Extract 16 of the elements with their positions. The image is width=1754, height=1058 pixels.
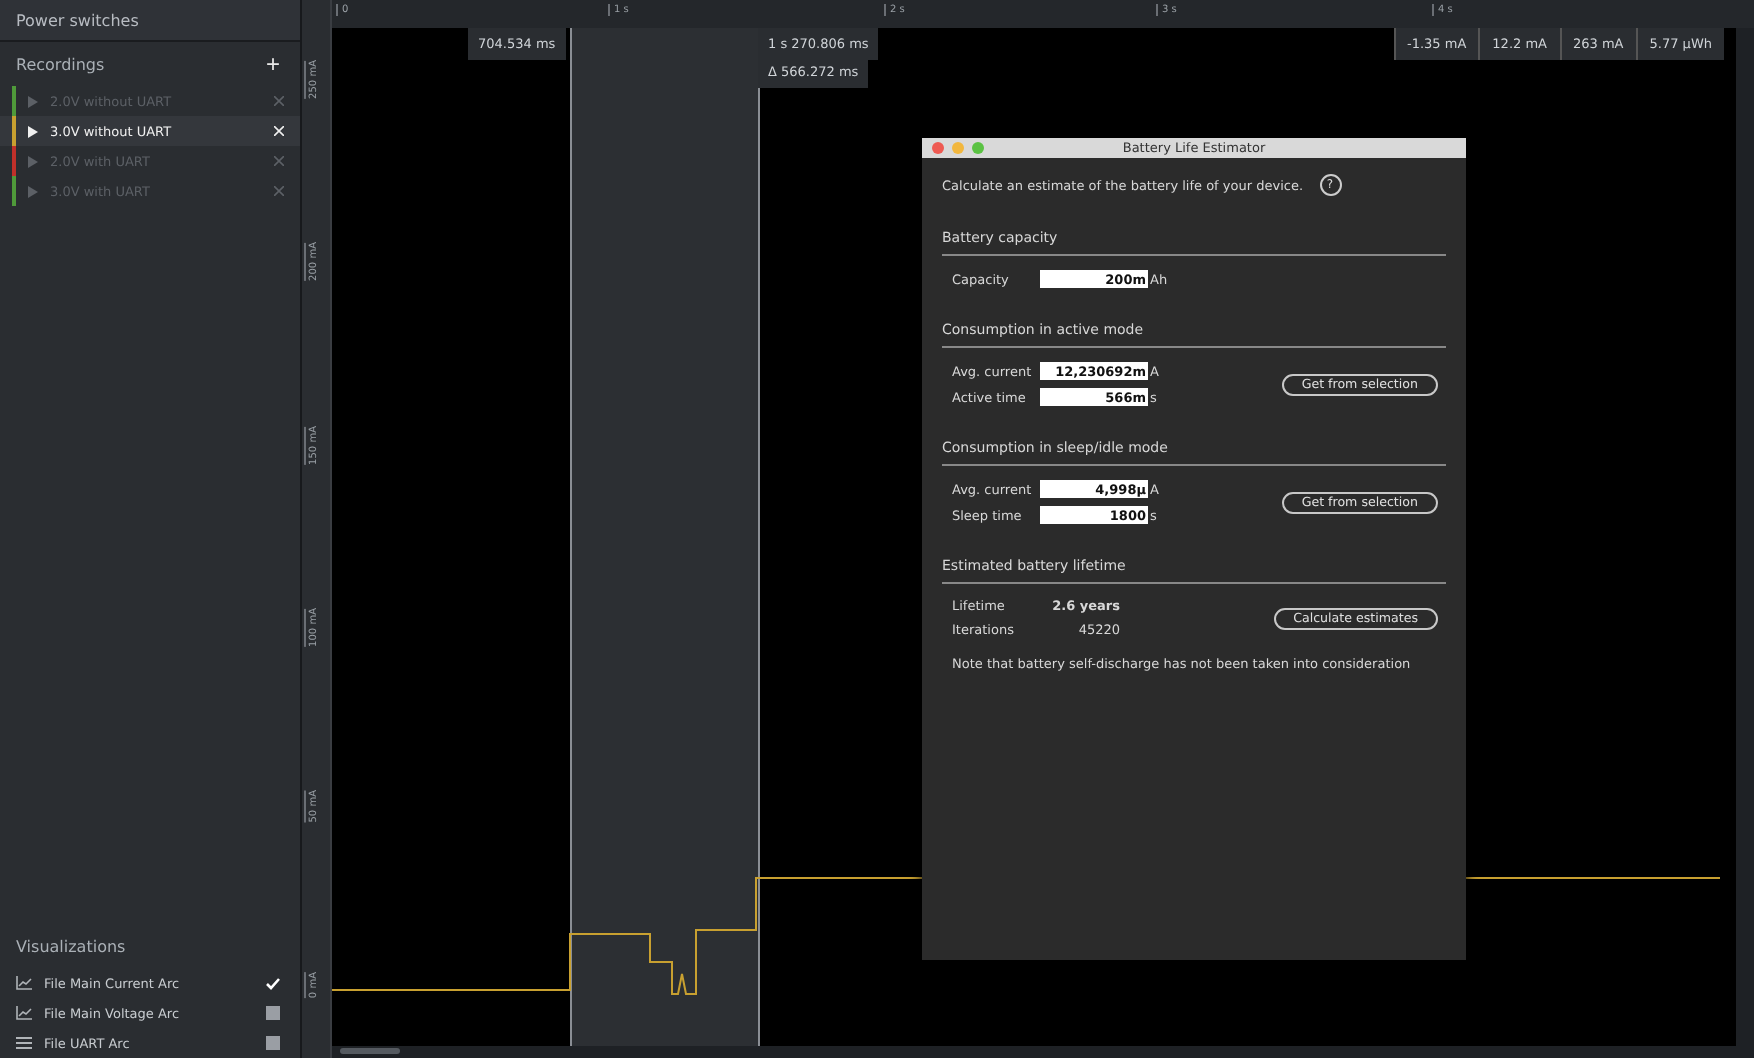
- line-chart-icon: [16, 976, 32, 990]
- checkbox[interactable]: [266, 976, 280, 990]
- minimize-button[interactable]: [952, 142, 964, 154]
- add-button[interactable]: +: [261, 50, 284, 78]
- maximize-button[interactable]: [972, 142, 984, 154]
- checkbox[interactable]: [266, 1006, 280, 1020]
- list-icon: [16, 1036, 32, 1050]
- line-chart-icon: [16, 1006, 32, 1020]
- section-title: Visualizations: [16, 937, 126, 955]
- close-button[interactable]: [932, 142, 944, 154]
- selection-region[interactable]: [570, 28, 760, 1046]
- section-title: Recordings: [16, 55, 105, 73]
- checkbox[interactable]: [266, 1036, 280, 1050]
- play-icon[interactable]: [28, 125, 38, 137]
- panel-title: Power switches: [0, 0, 300, 42]
- scrollbar-thumb[interactable]: [340, 1048, 400, 1054]
